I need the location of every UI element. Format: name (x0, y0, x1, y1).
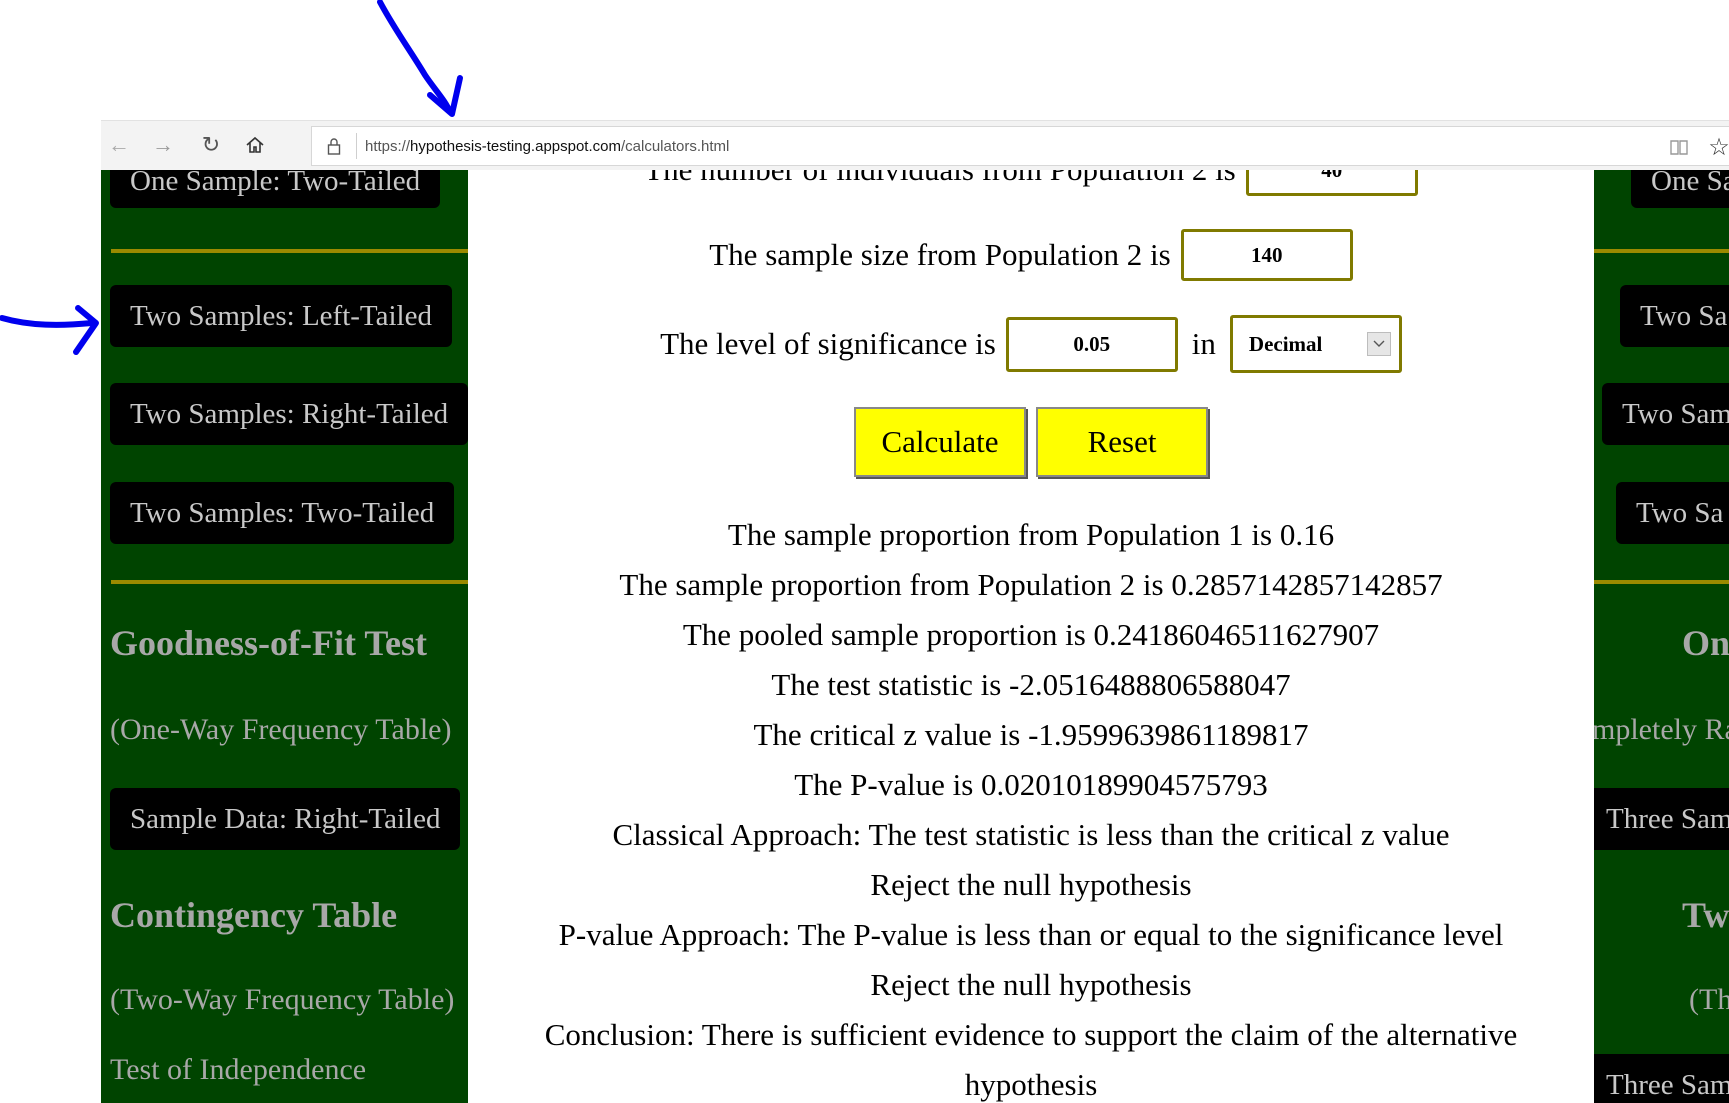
result-conclusion: Conclusion: There is sufficient evidence… (544, 1017, 1518, 1052)
url-path: /calculators.html (620, 137, 730, 155)
right-section-subtitle-1: mpletely Ra (1594, 713, 1729, 746)
page-content: One Sample: Two-Tailed Two Samples: Left… (101, 170, 1729, 1103)
sidebar-divider (1594, 580, 1729, 584)
right-nav-three-samples-2[interactable]: Three Sam (1594, 1054, 1729, 1103)
population2-individuals-label: The number of individuals from Populatio… (644, 170, 1236, 188)
population2-individuals-row: The number of individuals from Populatio… (468, 170, 1594, 196)
result-critical-z: The critical z value is -1.9599639861189… (753, 717, 1309, 752)
goodness-of-fit-subtitle: (One-Way Frequency Table) (110, 713, 452, 746)
annotation-arrow-nav (0, 315, 95, 328)
significance-row: The level of significance is 0.05 in Dec… (468, 315, 1594, 373)
result-conclusion-continued: hypothesis (964, 1067, 1098, 1102)
contingency-table-subtitle: (Two-Way Frequency Table) (110, 983, 455, 1016)
annotation-arrow-url (377, 0, 453, 115)
significance-input[interactable]: 0.05 (1005, 316, 1178, 372)
nav-two-samples-two-tailed[interactable]: Two Samples: Two-Tailed (110, 482, 455, 544)
sidebar-divider (111, 580, 468, 584)
result-sample-proportion-1: The sample proportion from Population 1 … (727, 517, 1335, 552)
test-of-independence-link[interactable]: Test of Independence (110, 1053, 366, 1087)
address-divider (356, 133, 357, 159)
sidebar-divider (111, 249, 468, 253)
result-test-statistic: The test statistic is -2.051648880658804… (771, 667, 1291, 702)
right-nav-three-samples-1[interactable]: Three Sam (1594, 788, 1729, 850)
url-domain: hypothesis-testing.appspot.com (410, 137, 621, 155)
url-scheme: https:// (365, 137, 411, 155)
forward-icon[interactable]: → (145, 127, 181, 163)
address-bar[interactable]: https://hypothesis-testing.appspot.com/c… (311, 126, 1729, 166)
right-sidebar: One Sa Two Sa Two Sam Two Sa On mpletely… (1594, 170, 1729, 1103)
contingency-table-heading: Contingency Table (110, 895, 398, 935)
significance-format-select[interactable]: Decimal (1229, 315, 1402, 373)
calculate-button[interactable]: Calculate (854, 407, 1026, 477)
favorite-star-icon[interactable]: ☆ (1701, 129, 1729, 165)
left-sidebar: One Sample: Two-Tailed Two Samples: Left… (101, 170, 468, 1103)
back-icon[interactable]: ← (101, 127, 137, 163)
nav-one-sample-two-tailed[interactable]: One Sample: Two-Tailed (110, 170, 441, 208)
sample-size-row: The sample size from Population 2 is 140 (468, 227, 1594, 283)
right-section-heading-2: Two (1682, 895, 1729, 935)
right-nav-two-samples-1[interactable]: Two Sa (1620, 285, 1729, 347)
right-nav-two-samples-3[interactable]: Two Sa (1616, 482, 1729, 544)
nav-sample-data-right-tailed[interactable]: Sample Data: Right-Tailed (110, 788, 461, 850)
sample-size-label: The sample size from Population 2 is (709, 237, 1171, 272)
sidebar-divider (1594, 249, 1729, 253)
refresh-icon[interactable]: ↻ (193, 127, 229, 163)
result-p-value-approach: P-value Approach: The P-value is less th… (558, 917, 1504, 952)
result-classical-decision: Reject the null hypothesis (870, 867, 1192, 902)
home-icon[interactable] (237, 127, 273, 163)
result-p-value-decision: Reject the null hypothesis (870, 967, 1192, 1002)
right-nav-two-samples-2[interactable]: Two Sam (1602, 383, 1729, 445)
right-section-heading-1: On (1682, 623, 1729, 663)
right-section-subtitle-2: (Th (1689, 983, 1729, 1016)
action-buttons-row: Calculate Reset (468, 406, 1594, 478)
right-nav-one-sample[interactable]: One Sa (1631, 170, 1729, 208)
lock-icon (312, 137, 356, 155)
result-classical-approach: Classical Approach: The test statistic i… (612, 817, 1450, 852)
significance-format-value: Decimal (1248, 331, 1323, 356)
reset-button[interactable]: Reset (1036, 407, 1208, 477)
annotation-arrow-url-head (427, 75, 463, 117)
sample-size-input[interactable]: 140 (1180, 229, 1353, 281)
result-pooled-proportion: The pooled sample proportion is 0.241860… (682, 617, 1380, 652)
result-sample-proportion-2: The sample proportion from Population 2 … (619, 567, 1443, 602)
chevron-down-icon (1366, 332, 1391, 356)
goodness-of-fit-heading: Goodness-of-Fit Test (110, 623, 428, 663)
reading-view-icon[interactable] (1661, 129, 1697, 165)
annotation-arrow-nav-head (73, 305, 99, 355)
population2-individuals-input[interactable]: 40 (1245, 170, 1418, 196)
nav-two-samples-right-tailed[interactable]: Two Samples: Right-Tailed (110, 383, 468, 445)
nav-two-samples-left-tailed[interactable]: Two Samples: Left-Tailed (110, 285, 452, 347)
browser-toolbar: ← → ↻ https://hypothesis-testing.appspot… (101, 120, 1729, 172)
url-text[interactable]: https://hypothesis-testing.appspot.com/c… (365, 138, 729, 155)
in-label: in (1191, 326, 1216, 361)
result-p-value: The P-value is 0.02010189904575793 (794, 767, 1268, 802)
calculator-panel: The number of individuals from Populatio… (468, 170, 1594, 1103)
significance-label: The level of significance is (660, 326, 996, 361)
